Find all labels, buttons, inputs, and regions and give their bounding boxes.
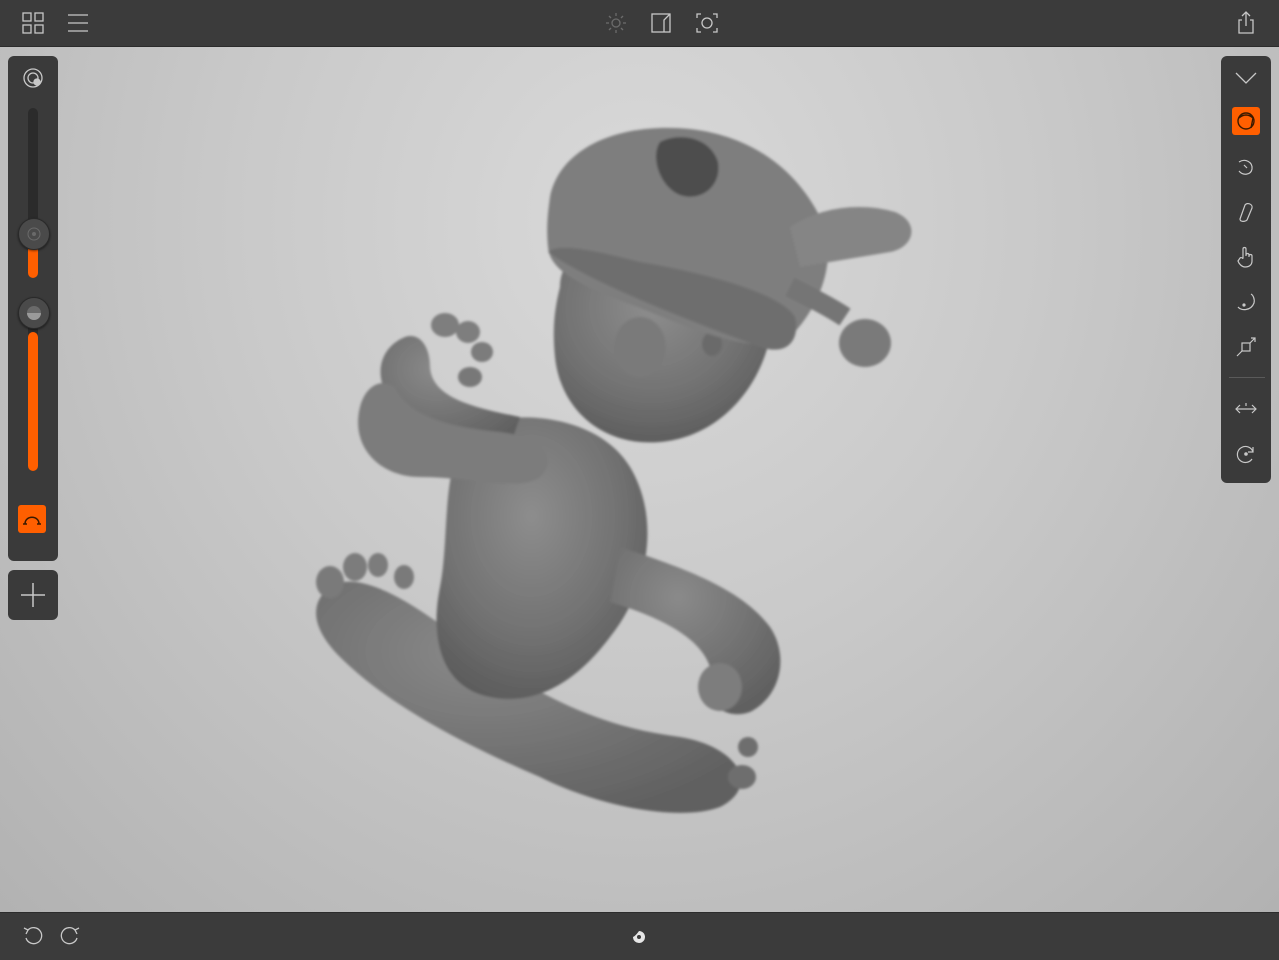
intensity-slider-knob[interactable] <box>18 297 50 329</box>
plus-icon[interactable] <box>18 580 48 610</box>
symmetry-tool-icon[interactable] <box>1233 396 1259 422</box>
flatten-tool-icon[interactable] <box>1233 199 1259 225</box>
rotate-tool-icon[interactable] <box>1233 441 1259 467</box>
add-panel <box>8 570 58 620</box>
redo-icon[interactable] <box>57 923 83 949</box>
light-icon[interactable] <box>604 11 628 35</box>
sculpted-character[interactable] <box>0 47 1279 912</box>
chevron-down-icon[interactable] <box>1233 66 1259 90</box>
share-icon[interactable] <box>1234 10 1258 36</box>
undo-icon[interactable] <box>20 923 46 949</box>
transform-tool-icon[interactable] <box>1233 334 1259 360</box>
3d-viewport[interactable] <box>0 47 1279 912</box>
intensity-slider-fill <box>28 331 38 471</box>
menu-icon[interactable] <box>66 11 90 35</box>
camera-view-icon[interactable] <box>649 11 675 35</box>
radius-slider[interactable] <box>28 108 38 278</box>
loading-spinner-icon <box>628 926 650 948</box>
inflate-tool-icon[interactable] <box>1233 289 1259 315</box>
radius-slider-knob[interactable] <box>18 218 50 250</box>
move-tool-icon[interactable] <box>1233 244 1259 270</box>
bottom-toolbar <box>0 912 1279 960</box>
falloff-button[interactable] <box>18 505 46 533</box>
brush-panel <box>8 56 58 561</box>
smooth-tool-icon[interactable] <box>1233 154 1259 180</box>
brush-settings-icon[interactable] <box>20 66 46 90</box>
tools-panel <box>1221 56 1271 483</box>
screenshot-icon[interactable] <box>694 11 720 35</box>
top-toolbar <box>0 0 1279 47</box>
grid-icon[interactable] <box>20 11 46 35</box>
tools-divider <box>1229 377 1265 378</box>
clay-tool-icon[interactable] <box>1232 107 1260 135</box>
